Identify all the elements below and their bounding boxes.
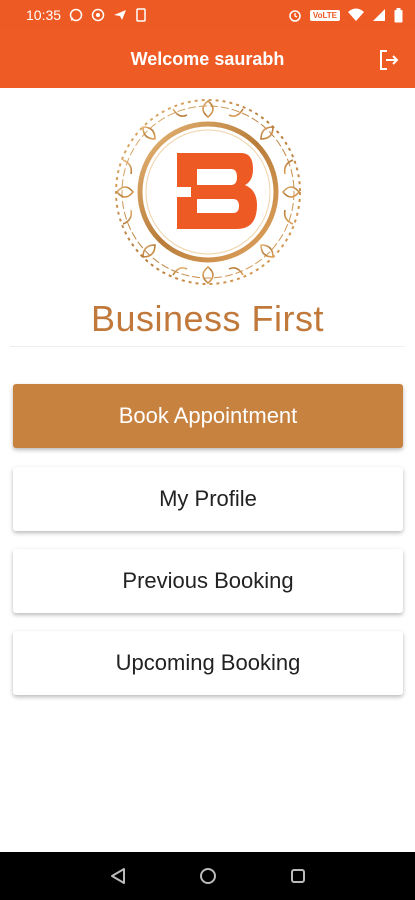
- brand-logo: [103, 95, 313, 290]
- divider: [10, 346, 405, 347]
- brand-name: Business First: [90, 298, 325, 339]
- battery-icon: [394, 7, 403, 23]
- upcoming-booking-button[interactable]: Upcoming Booking: [13, 631, 403, 695]
- home-button[interactable]: [195, 863, 221, 889]
- status-bar: 10:35 VoLTE: [0, 0, 415, 30]
- wifi-icon: [348, 8, 364, 22]
- app-notification-icon: [91, 8, 105, 22]
- back-icon: [110, 868, 125, 884]
- recents-button[interactable]: [285, 863, 311, 889]
- screenshot-icon: [135, 8, 147, 22]
- status-time: 10:35: [26, 7, 62, 23]
- signal-icon: [372, 8, 386, 22]
- volte-badge: VoLTE: [309, 9, 340, 21]
- back-button[interactable]: [105, 863, 131, 889]
- status-left: 10:35: [26, 7, 147, 23]
- logout-button[interactable]: [377, 48, 401, 72]
- status-right: VoLTE: [288, 7, 403, 23]
- whatsapp-icon: [69, 8, 83, 22]
- previous-booking-button[interactable]: Previous Booking: [13, 549, 403, 613]
- app-bar: Welcome saurabh: [0, 30, 415, 88]
- logout-icon: [380, 50, 399, 70]
- send-icon: [113, 8, 127, 22]
- book-appointment-button[interactable]: Book Appointment: [13, 384, 403, 448]
- alarm-icon: [288, 8, 302, 22]
- logo-monogram: [171, 153, 257, 229]
- my-profile-button[interactable]: My Profile: [13, 467, 403, 531]
- system-nav-bar: [0, 852, 415, 900]
- home-icon: [199, 868, 216, 884]
- recents-icon: [290, 869, 305, 883]
- page-title: Welcome saurabh: [130, 48, 285, 69]
